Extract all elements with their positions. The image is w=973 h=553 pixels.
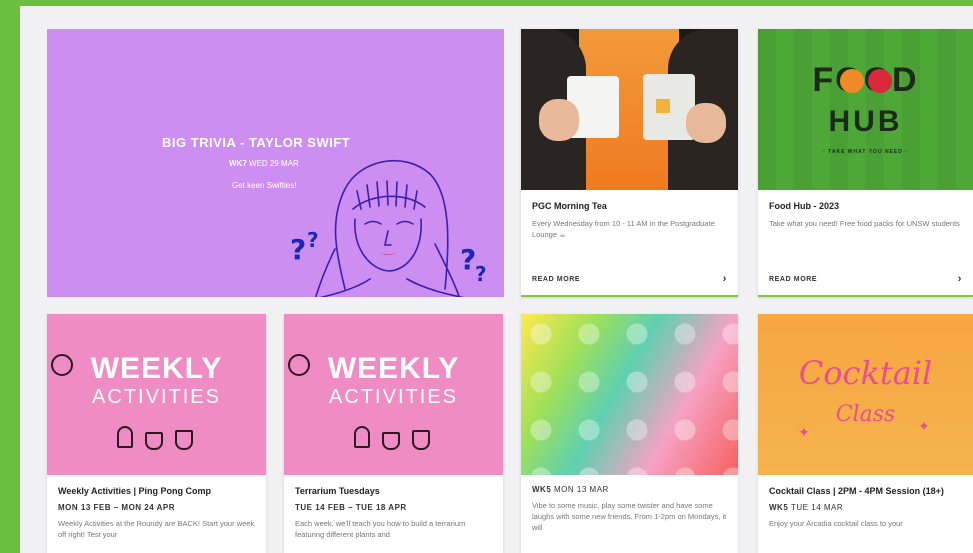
event-title: Food Hub - 2023 [769, 201, 840, 211]
chevron-right-icon: › [957, 273, 962, 285]
event-description: Take what you need! Free food packs for … [769, 219, 960, 228]
event-day: TUE 14 MAR [791, 503, 844, 512]
featured-event-week: WK7 [229, 159, 247, 168]
event-image-rainbow-clovers [521, 314, 738, 475]
card-accent-bar [521, 295, 738, 297]
event-title: Cocktail Class | 2PM - 4PM Session (18+) [769, 486, 944, 496]
apple-icon [868, 69, 892, 93]
event-title: PGC Morning Tea [532, 201, 607, 211]
event-card-music-twister[interactable]: WK5 MON 13 MAR Vibe to some music, play … [521, 314, 738, 553]
heart-icon [51, 354, 73, 376]
event-image-weekly-activities: WEEKLY ACTIVITIES [47, 314, 266, 475]
question-mark-icon: ? [290, 233, 306, 266]
event-image-food-hub: FOOD HUB · TAKE WHAT YOU NEED · [758, 29, 973, 190]
events-panel: BIG TRIVIA - TAYLOR SWIFT WK7 WED 29 MAR… [20, 6, 973, 553]
event-card-pgc-morning-tea[interactable]: PGC Morning Tea Every Wednesday from 10 … [521, 29, 738, 297]
event-description: Weekly Activities at the Roundy are BACK… [58, 519, 255, 539]
cactus-icon [117, 426, 133, 448]
weekly-banner-bottom: ACTIVITIES [329, 386, 458, 408]
taylor-swift-illustration: ? ? ? ? [290, 159, 487, 297]
event-date: WK5 TUE 14 MAR [769, 503, 962, 512]
card-accent-bar [758, 295, 973, 297]
event-title: Weekly Activities | Ping Pong Comp [58, 486, 212, 496]
plant-pot-icon [382, 432, 400, 450]
cocktail-script-top: Cocktail [798, 354, 933, 392]
food-hub-tagline: · TAKE WHAT YOU NEED · [823, 149, 908, 155]
orange-icon [840, 69, 864, 93]
weekly-banner-bottom: ACTIVITIES [92, 386, 221, 408]
event-week: WK5 [532, 485, 552, 494]
read-more-link[interactable]: READ MORE › [532, 273, 727, 285]
event-date-range: MON 13 FEB – MON 24 APR [58, 503, 176, 512]
sparkle-icon: ✦ [798, 424, 810, 440]
event-card-cocktail-class[interactable]: Cocktail Class ✦ ✦ Cocktail Class | 2PM … [758, 314, 973, 553]
food-hub-logo-top: FOOD [812, 61, 919, 99]
chevron-right-icon: › [722, 273, 727, 285]
event-description: Every Wednesday from 10 - 11 AM in the P… [532, 219, 715, 239]
event-title: Terrarium Tuesdays [295, 486, 380, 496]
plant-pot-icon [412, 430, 430, 450]
event-description: Enjoy your Arcadia cocktail class to you… [769, 519, 903, 528]
svg-text:?: ? [307, 228, 319, 252]
question-mark-icon: ? [460, 243, 476, 276]
weekly-banner-top: WEEKLY [327, 352, 460, 385]
event-day: MON 13 MAR [554, 485, 609, 494]
event-image-weekly-activities: WEEKLY ACTIVITIES [284, 314, 503, 475]
event-image-cocktail-class: Cocktail Class ✦ ✦ [758, 314, 973, 475]
event-week: WK5 [769, 503, 789, 512]
plant-pot-icon [145, 432, 163, 450]
heart-icon [288, 354, 310, 376]
plant-pot-icon [175, 430, 193, 450]
event-description: Each week, we'll teach you how to build … [295, 519, 466, 539]
cocktail-script-bottom: Class [835, 402, 896, 427]
event-card-weekly-activities-ping-pong[interactable]: WEEKLY ACTIVITIES Weekly Activities | Pi… [47, 314, 266, 553]
svg-text:?: ? [475, 262, 487, 286]
event-card-food-hub[interactable]: FOOD HUB · TAKE WHAT YOU NEED · Food Hub… [758, 29, 973, 297]
event-description: Vibe to some music, play some twister an… [532, 501, 727, 532]
event-date: WK5 MON 13 MAR [532, 485, 727, 494]
weekly-banner-top: WEEKLY [90, 352, 223, 385]
featured-event-banner[interactable]: BIG TRIVIA - TAYLOR SWIFT WK7 WED 29 MAR… [47, 29, 504, 297]
sparkle-icon: ✦ [918, 418, 930, 434]
event-card-terrarium-tuesdays[interactable]: WEEKLY ACTIVITIES Terrarium Tuesdays TUE… [284, 314, 503, 553]
event-image-mugs [521, 29, 738, 190]
cactus-icon [354, 426, 370, 448]
food-hub-logo-bottom: HUB [828, 105, 903, 138]
read-more-link[interactable]: READ MORE › [769, 273, 962, 285]
event-date-range: TUE 14 FEB – TUE 18 APR [295, 503, 407, 512]
